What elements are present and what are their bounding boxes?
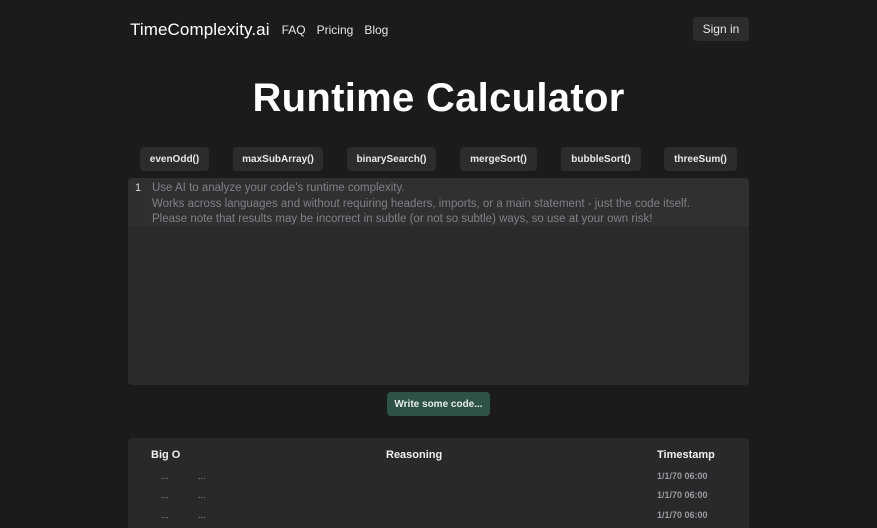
row-timestamp: 1/1/70 06:00 xyxy=(657,490,708,500)
nav-link-pricing[interactable]: Pricing xyxy=(317,23,354,37)
page-title: Runtime Calculator xyxy=(252,76,625,120)
analyze-button[interactable]: Write some code... xyxy=(387,392,490,416)
example-threesum-button[interactable]: threeSum() xyxy=(664,147,737,171)
column-header-timestamp: Timestamp xyxy=(657,449,715,461)
placeholder-line: Use AI to analyze your code's runtime co… xyxy=(152,182,405,194)
example-buttons: evenOdd() maxSubArray() binarySearch() m… xyxy=(0,147,877,171)
example-evenodd-button[interactable]: evenOdd() xyxy=(140,147,209,171)
example-binarysearch-button[interactable]: binarySearch() xyxy=(347,147,436,171)
nav-link-faq[interactable]: FAQ xyxy=(282,23,306,37)
example-maxsubarray-button[interactable]: maxSubArray() xyxy=(233,147,323,171)
placeholder-line: Works across languages and without requi… xyxy=(152,197,690,210)
row-big-o: ... xyxy=(161,490,169,500)
sign-in-button[interactable]: Sign in xyxy=(693,17,749,41)
editor-gutter: 1 xyxy=(128,178,148,226)
row-reasoning: ... xyxy=(198,510,206,520)
editor-placeholder: Use AI to analyze your code's runtime co… xyxy=(152,181,742,228)
row-big-o: ... xyxy=(161,471,169,481)
example-mergesort-button[interactable]: mergeSort() xyxy=(460,147,537,171)
placeholder-line: Please note that results may be incorrec… xyxy=(152,213,653,225)
example-bubblesort-button[interactable]: bubbleSort() xyxy=(561,147,641,171)
page: TimeComplexity.ai FAQ Pricing Blog Sign … xyxy=(0,0,877,528)
code-editor[interactable]: 1 Use AI to analyze your code's runtime … xyxy=(128,178,749,385)
nav-link-blog[interactable]: Blog xyxy=(364,23,388,37)
row-timestamp: 1/1/70 06:00 xyxy=(657,510,708,520)
brand-logo[interactable]: TimeComplexity.ai xyxy=(130,20,270,40)
row-big-o: ... xyxy=(161,510,169,520)
line-number: 1 xyxy=(135,182,142,194)
row-reasoning: ... xyxy=(198,471,206,481)
top-nav: TimeComplexity.ai FAQ Pricing Blog xyxy=(130,18,399,42)
column-header-reasoning: Reasoning xyxy=(386,449,443,461)
column-header-big-o: Big O xyxy=(151,449,181,461)
row-reasoning: ... xyxy=(198,490,206,500)
row-timestamp: 1/1/70 06:00 xyxy=(657,471,708,481)
results-table: Big O Reasoning Timestamp ... ... 1/1/70… xyxy=(128,438,749,528)
